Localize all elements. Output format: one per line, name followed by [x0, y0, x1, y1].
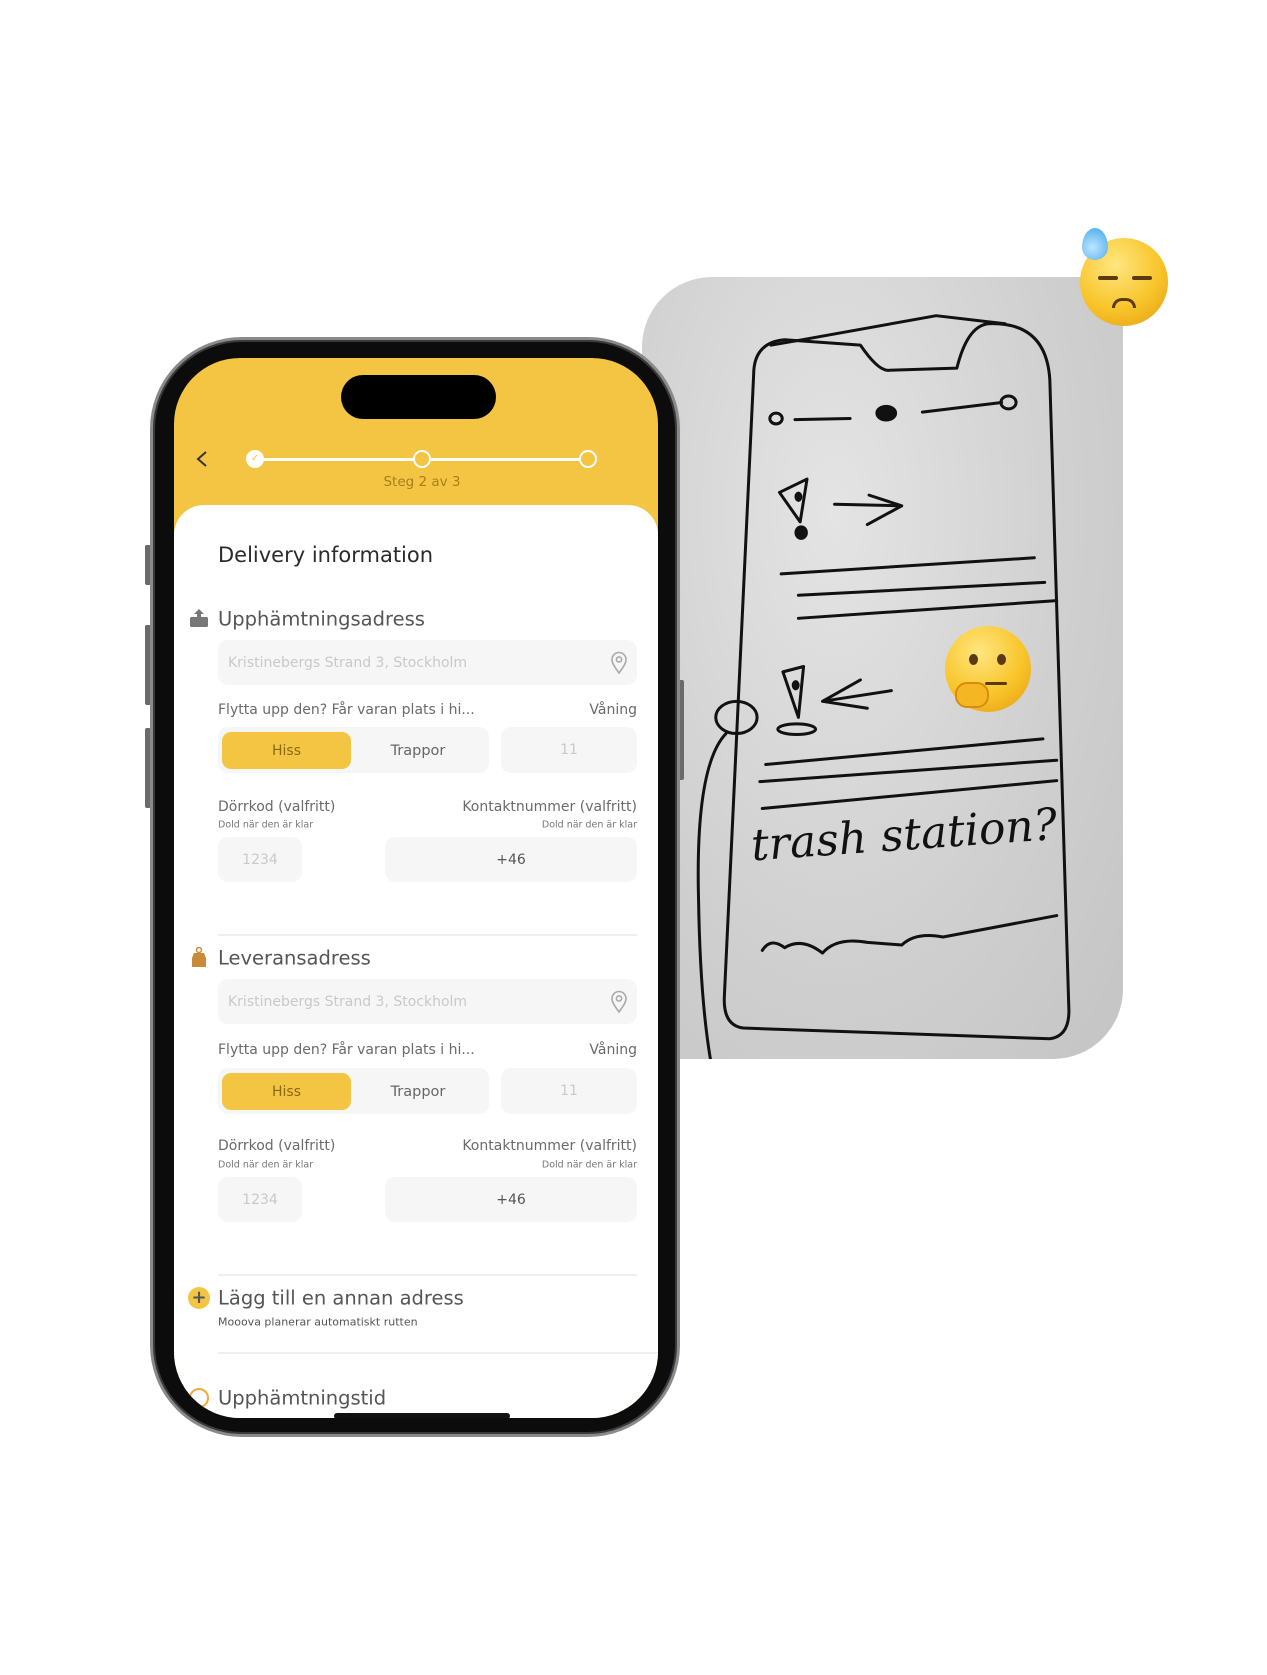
dynamic-island [341, 375, 496, 419]
shopping-bag-icon [189, 946, 209, 968]
floor-input[interactable]: 11 [501, 727, 637, 773]
floor-label: Våning [589, 702, 637, 718]
step-1-check-icon: ✓ [246, 450, 264, 468]
downcast-sweat-emoji [1080, 228, 1168, 326]
plus-circle-icon[interactable]: + [188, 1287, 210, 1309]
add-address-label[interactable]: Lägg till en annan adress [218, 1287, 464, 1310]
option-hiss[interactable]: Hiss [222, 1073, 351, 1110]
option-hiss[interactable]: Hiss [222, 732, 351, 769]
upload-box-icon [189, 608, 209, 628]
carry-question: Flytta upp den? Får varan plats i hi... [218, 1042, 475, 1058]
door-code-input[interactable]: 1234 [218, 1177, 302, 1222]
phone-hint: Dold när den är klar [541, 819, 637, 831]
phone-hint: Dold när den är klar [541, 1159, 637, 1171]
step-label: Steg 2 av 3 [383, 474, 461, 490]
floor-input[interactable]: 11 [501, 1068, 637, 1114]
thinking-face-emoji [945, 626, 1031, 712]
phone-label: Kontaktnummer (valfritt) [462, 1138, 637, 1154]
phone-input[interactable]: +46 [385, 837, 637, 882]
divider [218, 934, 637, 936]
door-code-input[interactable]: 1234 [218, 837, 302, 882]
add-address-subtitle: Mooova planerar automatiskt rutten [218, 1315, 418, 1329]
divider [218, 1274, 637, 1276]
door-code-hint: Dold när den är klar [218, 1159, 314, 1171]
page-title: Delivery information [218, 543, 434, 567]
step-3-dot [579, 450, 597, 468]
pickup-address-input[interactable]: Kristinebergs Strand 3, Stockholm [218, 640, 637, 685]
location-pin-icon[interactable] [610, 651, 628, 679]
divider [218, 1352, 658, 1354]
door-code-hint: Dold när den är klar [218, 819, 314, 831]
option-trappor[interactable]: Trappor [351, 1073, 485, 1110]
section-heading: Upphämtningsadress [218, 607, 425, 631]
option-trappor[interactable]: Trappor [351, 732, 485, 769]
location-pin-icon[interactable] [610, 990, 628, 1018]
step-2-dot [413, 450, 431, 468]
delivery-address-input[interactable]: Kristinebergs Strand 3, Stockholm [218, 979, 637, 1024]
section-heading: Leveransadress [218, 946, 371, 970]
back-chevron-icon[interactable] [194, 450, 212, 468]
clock-icon [189, 1388, 209, 1408]
phone-screen: ✓ Steg 2 av 3 Delivery information Upphä… [174, 358, 658, 1418]
door-code-label: Dörrkod (valfritt) [218, 1138, 336, 1154]
floor-label: Våning [589, 1042, 637, 1058]
address-placeholder: Kristinebergs Strand 3, Stockholm [228, 993, 468, 1010]
sketch-handwriting: trash station? [750, 799, 1060, 871]
paper-sketch-photo: trash station? [642, 277, 1123, 1059]
address-placeholder: Kristinebergs Strand 3, Stockholm [228, 654, 468, 671]
phone-label: Kontaktnummer (valfritt) [462, 799, 637, 815]
phone-input[interactable]: +46 [385, 1177, 637, 1222]
sketch-drawing: trash station? [642, 277, 1123, 1059]
home-indicator [334, 1413, 510, 1418]
door-code-label: Dörrkod (valfritt) [218, 799, 336, 815]
pickup-time-heading: Upphämtningstid [218, 1386, 387, 1410]
carry-question: Flytta upp den? Får varan plats i hi... [218, 702, 475, 718]
